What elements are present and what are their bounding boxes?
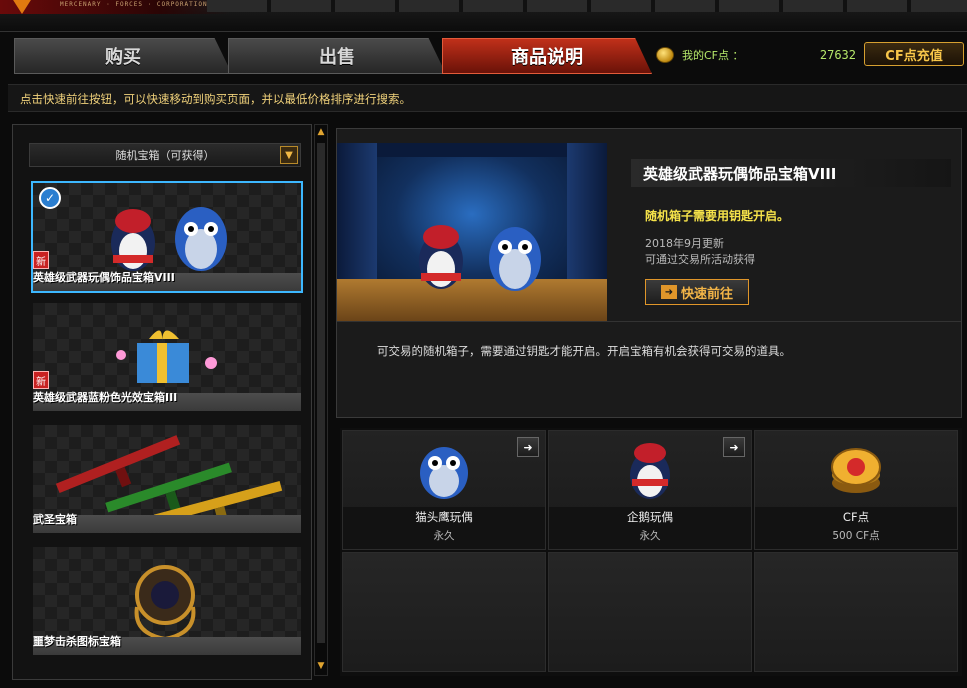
reward-duration: 永久: [639, 530, 661, 542]
jump-arrow-icon[interactable]: ➜: [517, 437, 539, 457]
empty-reward-cell: [548, 552, 752, 672]
category-dropdown[interactable]: 随机宝箱（可获得） ▼: [29, 143, 301, 167]
chevron-down-icon[interactable]: ▼: [280, 146, 298, 164]
top-banner: MERCENARY · FORCES · CORPORATION: [0, 0, 967, 32]
list-item-name: 武圣宝箱: [33, 513, 77, 526]
reward-cell[interactable]: ➜ 猫头鹰玩偶 永久: [342, 430, 546, 550]
item-list-panel: 随机宝箱（可获得） ▼ ✓ 新 英雄级武器玩偶饰品宝箱VIII 新 英雄级武器蓝…: [12, 124, 312, 680]
list-item-name: 英雄级武器玩偶饰品宝箱VIII: [33, 271, 175, 284]
item-title: 英雄级武器玩偶饰品宝箱VIII: [631, 159, 951, 187]
main-tabs: 购买 出售 商品说明: [8, 38, 658, 74]
scroll-up-icon[interactable]: ▲: [316, 127, 326, 139]
new-badge: 新: [33, 251, 49, 269]
list-item[interactable]: 新 英雄级武器蓝粉色光效宝箱III: [33, 303, 301, 411]
divider: [337, 321, 961, 322]
list-item[interactable]: 武圣宝箱: [33, 425, 301, 533]
list-item[interactable]: ✓ 新 英雄级武器玩偶饰品宝箱VIII: [31, 181, 303, 293]
recharge-button[interactable]: CF点充值: [864, 42, 964, 66]
corp-text: MERCENARY · FORCES · CORPORATION: [60, 1, 208, 8]
item-detail-panel: 英雄级武器玩偶饰品宝箱VIII 随机箱子需要用钥匙开启。 2018年9月更新 可…: [336, 128, 962, 418]
cf-points-display: 我的CF点 ： 27632: [656, 44, 856, 66]
jump-arrow-icon[interactable]: ➜: [723, 437, 745, 457]
owl-doll-icon: [420, 447, 468, 499]
quick-goto-label: 快速前往: [680, 286, 733, 302]
reward-duration: 500 CF点: [832, 530, 880, 542]
reward-name: 猫头鹰玩偶: [415, 510, 473, 524]
check-icon: ✓: [39, 187, 61, 209]
reward-cell[interactable]: CF点 500 CF点: [754, 430, 958, 550]
item-description: 可交易的随机箱子，需要通过钥匙才能开启。开启宝箱有机会获得可交易的道具。: [377, 344, 791, 358]
reward-duration: 永久: [433, 530, 455, 542]
empty-reward-cell: [342, 552, 546, 672]
requirement-text: 随机箱子需要用钥匙开启。: [645, 209, 790, 223]
list-item[interactable]: 噩梦击杀图标宝箱: [33, 547, 301, 655]
new-badge: 新: [33, 371, 49, 389]
preview-dolls-icon: [419, 225, 541, 291]
arrow-right-icon: ➜: [660, 285, 677, 299]
tab-sell[interactable]: 出售: [228, 38, 446, 74]
scroll-down-icon[interactable]: ▼: [316, 661, 326, 673]
reward-name: CF点: [842, 510, 870, 524]
list-item-name: 噩梦击杀图标宝箱: [33, 635, 121, 648]
cf-coin-icon: [831, 448, 881, 493]
update-date: 2018年9月更新: [645, 237, 724, 250]
scroll-thumb[interactable]: [317, 143, 325, 643]
cf-points-label: 我的CF点 ：: [682, 49, 744, 62]
reward-name: 企鹅玩偶: [627, 510, 673, 524]
empty-reward-cell: [754, 552, 958, 672]
tab-buy[interactable]: 购买: [14, 38, 232, 74]
quick-goto-button[interactable]: ➜ 快速前往: [645, 279, 749, 305]
reward-grid: ➜ 猫头鹰玩偶 永久 ➜ 企鹅玩偶 永久 CF点 500 CF点: [340, 428, 962, 676]
coin-icon: [656, 47, 674, 63]
list-scrollbar[interactable]: ▲ ▼: [314, 124, 328, 676]
penguin-doll-icon: [630, 443, 670, 499]
cf-points-value: 27632: [819, 48, 856, 62]
hint-bar: 点击快速前往按钮，可以快速移动到购买页面，并以最低价格排序进行搜索。: [8, 84, 967, 112]
logo-icon: [8, 0, 36, 14]
banner-decoration: [207, 0, 967, 12]
item-preview-stage: [337, 143, 607, 321]
list-item-name: 英雄级武器蓝粉色光效宝箱III: [33, 391, 178, 404]
category-dropdown-label: 随机宝箱（可获得）: [115, 149, 215, 162]
reward-cell[interactable]: ➜ 企鹅玩偶 永久: [548, 430, 752, 550]
tab-item-description[interactable]: 商品说明: [442, 38, 652, 74]
obtain-method: 可通过交易所活动获得: [645, 253, 755, 266]
